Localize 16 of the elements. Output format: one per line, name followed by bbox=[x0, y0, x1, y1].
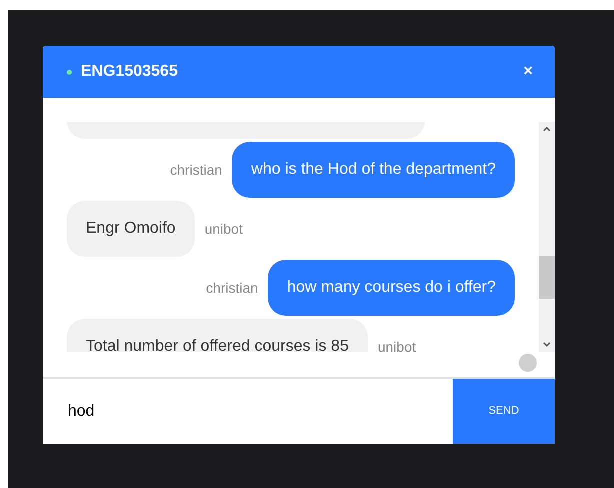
send-button[interactable]: SEND bbox=[453, 379, 555, 444]
sender-name: christian bbox=[206, 278, 258, 298]
sender-name: unibot bbox=[204, 220, 243, 238]
message-bubble: who is the Hod of the department? bbox=[232, 142, 515, 198]
scroll-down-icon bbox=[543, 342, 551, 348]
chat-title: ENG1503565 bbox=[81, 62, 178, 82]
message-bubble: Total number of offered courses is 85 bbox=[67, 319, 368, 352]
typing-indicator-icon bbox=[519, 354, 537, 372]
sender-name: christian bbox=[170, 160, 222, 180]
message-bubble: how many courses do i offer? bbox=[268, 260, 515, 316]
scrollbar[interactable] bbox=[539, 122, 555, 352]
scroll-up-icon bbox=[543, 126, 551, 132]
scroll-thumb[interactable] bbox=[539, 256, 555, 299]
message-bubble: Engr Omoifo bbox=[67, 201, 195, 257]
sender-name: unibot bbox=[378, 338, 416, 352]
close-button[interactable]: × bbox=[524, 60, 533, 84]
